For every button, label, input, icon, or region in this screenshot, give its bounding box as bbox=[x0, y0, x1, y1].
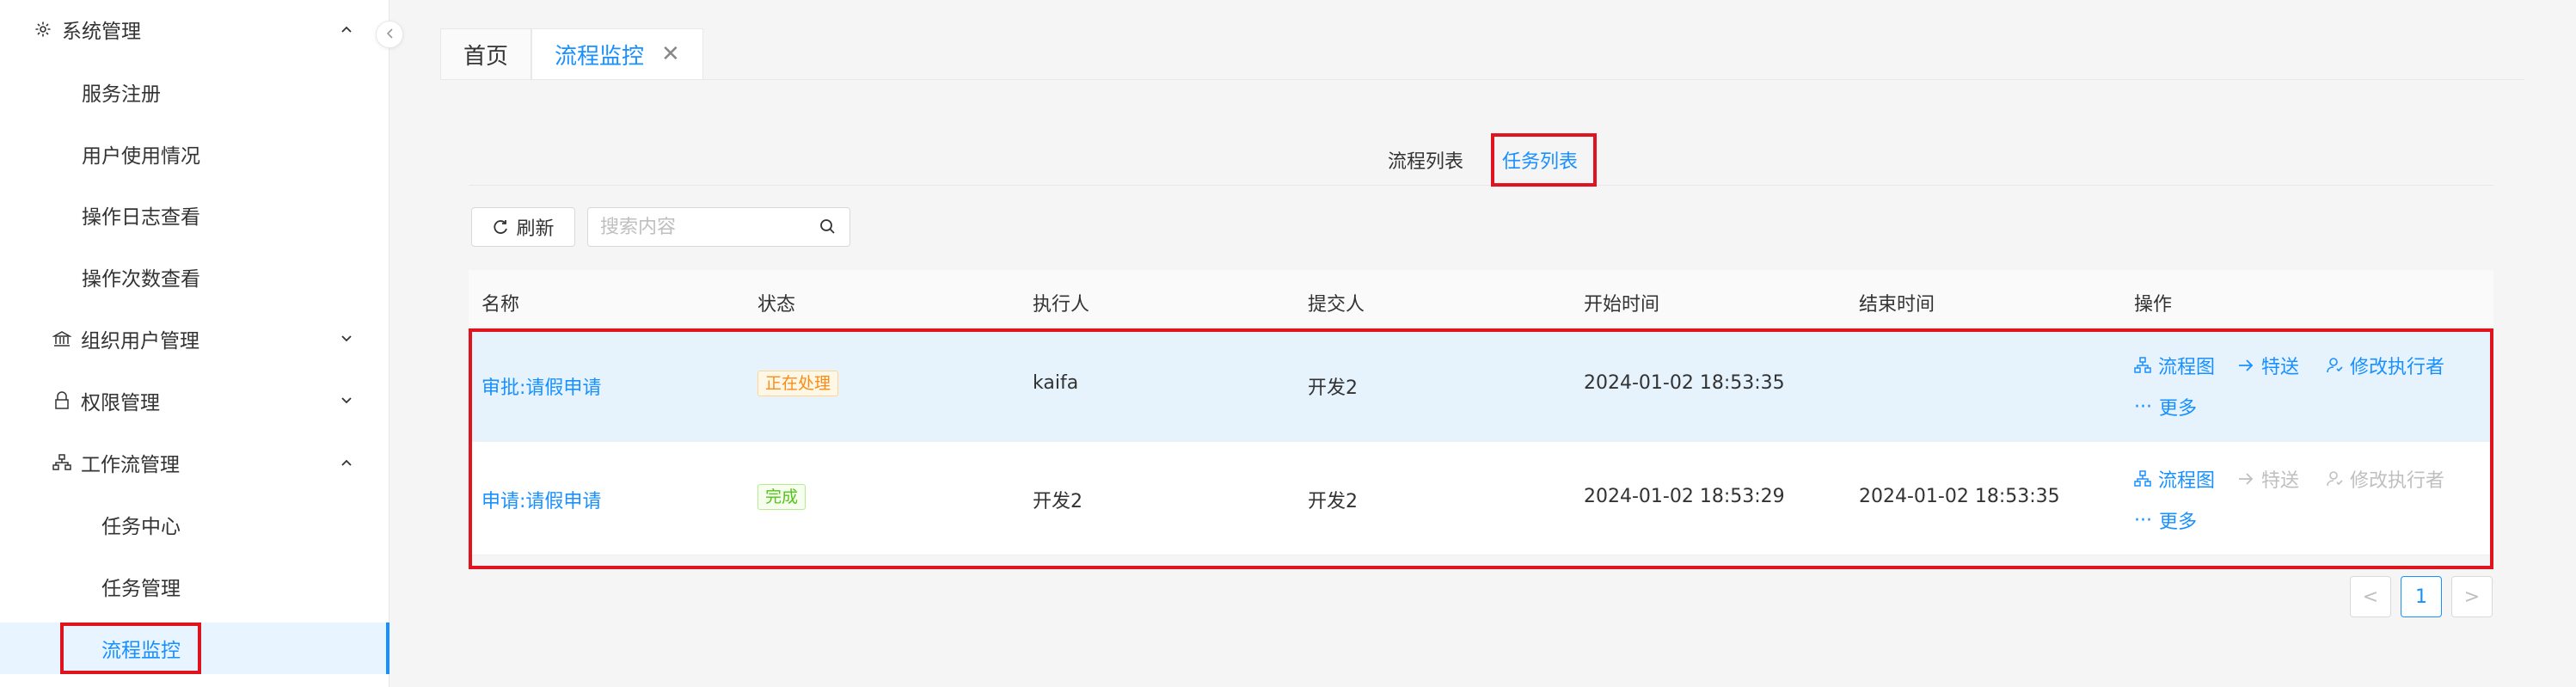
sidebar-group-permissions[interactable]: 权限管理 bbox=[0, 375, 389, 426]
sidebar-group-org-users[interactable]: 组织用户管理 bbox=[0, 313, 389, 365]
column-header-executor: 执行人 bbox=[1033, 294, 1090, 316]
collapse-sidebar-button[interactable] bbox=[376, 21, 403, 48]
chevron-left-icon bbox=[385, 27, 394, 43]
sidebar-item-task-management[interactable]: 任务管理 bbox=[0, 561, 389, 612]
flow-icon bbox=[52, 452, 72, 473]
sub-tab-bar: 流程列表 任务列表 bbox=[469, 129, 2493, 186]
sidebar-item-service-registry[interactable]: 服务注册 bbox=[0, 66, 389, 118]
page-tab-bar: 首页 流程监控 ✕ bbox=[440, 28, 703, 80]
sidebar-group-label: 组织用户管理 bbox=[81, 330, 199, 353]
tab-home[interactable]: 首页 bbox=[440, 28, 532, 80]
sidebar-item-label: 任务中心 bbox=[101, 516, 181, 538]
sidebar-item-operation-count[interactable]: 操作次数查看 bbox=[0, 251, 389, 303]
column-header-status: 状态 bbox=[757, 294, 796, 316]
tab-label: 流程监控 bbox=[555, 43, 645, 70]
chevron-down-icon bbox=[336, 390, 357, 411]
sidebar-item-label: 任务管理 bbox=[101, 578, 181, 600]
column-header-start-time: 开始时间 bbox=[1584, 294, 1660, 316]
search-icon[interactable] bbox=[819, 218, 837, 240]
prev-page-button[interactable]: < bbox=[2350, 576, 2391, 617]
table-header: 名称 状态 执行人 提交人 开始时间 结束时间 操作 bbox=[469, 270, 2493, 328]
task-table: 名称 状态 执行人 提交人 开始时间 结束时间 操作 审批:请假申请 正在处理 … bbox=[469, 270, 2493, 555]
bank-icon bbox=[52, 328, 72, 349]
refresh-icon bbox=[492, 218, 509, 236]
chevron-up-icon bbox=[336, 452, 357, 473]
column-header-name: 名称 bbox=[481, 294, 520, 316]
sidebar-group-workflow[interactable]: 工作流管理 bbox=[0, 437, 389, 488]
next-page-button[interactable]: > bbox=[2451, 576, 2493, 617]
search-field[interactable] bbox=[587, 207, 850, 247]
tab-process-list[interactable]: 流程列表 bbox=[1388, 146, 1463, 174]
highlight-box bbox=[469, 328, 2493, 569]
sidebar-item-label: 用户使用情况 bbox=[82, 145, 200, 168]
page-1-button[interactable]: 1 bbox=[2401, 576, 2442, 617]
sidebar: 系统管理 服务注册 用户使用情况 操作日志查看 操作次数查看 组织用户管理 权限… bbox=[0, 0, 389, 687]
search-input[interactable] bbox=[600, 208, 807, 246]
sidebar-group-system[interactable]: 系统管理 bbox=[0, 3, 389, 55]
sidebar-item-label: 操作次数查看 bbox=[82, 268, 200, 291]
highlight-box bbox=[1491, 133, 1597, 187]
close-icon[interactable]: ✕ bbox=[661, 41, 680, 67]
active-indicator bbox=[386, 623, 389, 674]
sidebar-item-label: 服务注册 bbox=[82, 83, 161, 106]
tab-label: 首页 bbox=[463, 43, 509, 70]
sidebar-item-label: 操作日志查看 bbox=[82, 206, 200, 229]
gear-icon bbox=[33, 19, 53, 40]
column-header-actions: 操作 bbox=[2134, 294, 2173, 316]
chevron-up-icon bbox=[336, 19, 357, 40]
tab-process-monitor[interactable]: 流程监控 ✕ bbox=[531, 28, 703, 80]
lock-icon bbox=[52, 390, 72, 411]
sidebar-item-task-center[interactable]: 任务中心 bbox=[0, 499, 389, 550]
refresh-button[interactable]: 刷新 bbox=[471, 207, 575, 247]
column-header-submitter: 提交人 bbox=[1308, 294, 1365, 316]
sidebar-item-user-usage[interactable]: 用户使用情况 bbox=[0, 128, 389, 180]
sidebar-group-label: 工作流管理 bbox=[81, 454, 180, 476]
refresh-label: 刷新 bbox=[516, 218, 555, 240]
column-header-end-time: 结束时间 bbox=[1859, 294, 1935, 316]
sidebar-group-label: 系统管理 bbox=[62, 21, 141, 43]
sidebar-group-label: 权限管理 bbox=[81, 392, 160, 414]
tab-divider bbox=[440, 79, 2524, 80]
main-content: 流程列表 任务列表 刷新 名称 状态 执行人 提交人 开始时间 结束时间 操作 … bbox=[469, 129, 2493, 645]
highlight-box bbox=[60, 623, 201, 674]
sidebar-item-operation-logs[interactable]: 操作日志查看 bbox=[0, 189, 389, 241]
chevron-down-icon bbox=[336, 328, 357, 349]
